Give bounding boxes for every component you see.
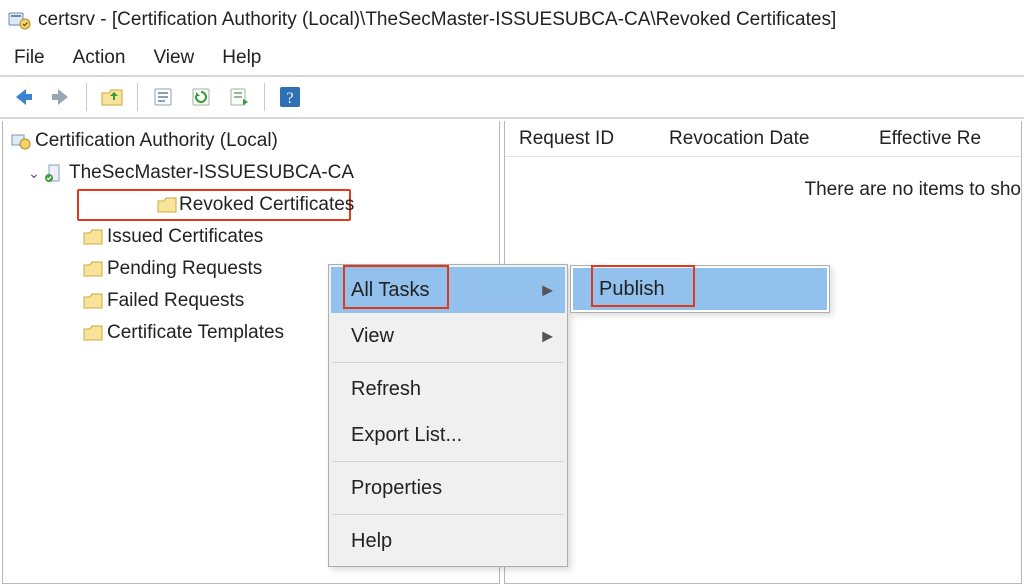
tree-node-issued-certificates[interactable]: Issued Certificates bbox=[3, 221, 499, 253]
ctx-export-list[interactable]: Export List... bbox=[331, 412, 565, 458]
back-button[interactable] bbox=[6, 80, 40, 114]
ctx-view[interactable]: View ▶ bbox=[331, 313, 565, 359]
ctx-separator bbox=[333, 362, 563, 363]
submenu-arrow-icon: ▶ bbox=[542, 282, 553, 299]
toolbar-separator bbox=[137, 83, 138, 111]
folder-icon bbox=[81, 260, 105, 278]
menu-bar: File Action View Help bbox=[0, 40, 1024, 76]
toolbar: ? bbox=[0, 76, 1024, 118]
help-button[interactable]: ? bbox=[273, 80, 307, 114]
ca-root-icon bbox=[9, 131, 33, 151]
toolbar-separator bbox=[86, 83, 87, 111]
ctx-help[interactable]: Help bbox=[331, 518, 565, 564]
refresh-button[interactable] bbox=[184, 80, 218, 114]
folder-icon bbox=[157, 196, 177, 214]
certsrv-app-icon bbox=[6, 7, 32, 33]
column-request-id[interactable]: Request ID bbox=[505, 121, 655, 156]
export-list-button[interactable] bbox=[222, 80, 256, 114]
toolbar-separator bbox=[264, 83, 265, 111]
expand-toggle[interactable]: ⌄ bbox=[25, 165, 43, 182]
properties-button[interactable] bbox=[146, 80, 180, 114]
ctx-separator bbox=[333, 461, 563, 462]
ctx-publish[interactable]: Publish bbox=[573, 268, 827, 310]
list-empty-message: There are no items to sho bbox=[505, 157, 1021, 201]
menu-help[interactable]: Help bbox=[222, 47, 261, 69]
ctx-all-tasks[interactable]: All Tasks ▶ bbox=[331, 267, 565, 313]
svg-text:?: ? bbox=[286, 90, 293, 107]
folder-icon bbox=[81, 228, 105, 246]
ctx-item-label: Refresh bbox=[351, 378, 421, 401]
ctx-properties[interactable]: Properties bbox=[331, 465, 565, 511]
list-header: Request ID Revocation Date Effective Re bbox=[505, 121, 1021, 157]
tree-ca-node[interactable]: ⌄ TheSecMaster-ISSUESUBCA-CA bbox=[3, 157, 499, 189]
context-menu[interactable]: All Tasks ▶ View ▶ Refresh Export List..… bbox=[328, 264, 568, 567]
tree-node-revoked-certificates[interactable]: Revoked Certificates bbox=[77, 189, 351, 221]
submenu-arrow-icon: ▶ bbox=[542, 328, 553, 345]
tree-node-label: Failed Requests bbox=[105, 290, 244, 312]
ca-server-icon bbox=[43, 163, 67, 183]
window-title: certsrv - [Certification Authority (Loca… bbox=[38, 9, 836, 31]
tree-node-label: Revoked Certificates bbox=[177, 194, 354, 216]
title-bar: certsrv - [Certification Authority (Loca… bbox=[0, 0, 1024, 40]
menu-file[interactable]: File bbox=[14, 47, 45, 69]
tree-node-label: Certificate Templates bbox=[105, 322, 284, 344]
list-pane[interactable]: Request ID Revocation Date Effective Re … bbox=[504, 121, 1022, 584]
column-effective-revocation[interactable]: Effective Re bbox=[865, 121, 1021, 156]
folder-icon bbox=[81, 324, 105, 342]
ctx-item-label: Publish bbox=[599, 278, 665, 301]
tree-node-label: Issued Certificates bbox=[105, 226, 263, 248]
ctx-item-label: Export List... bbox=[351, 424, 462, 447]
folder-icon bbox=[81, 292, 105, 310]
ctx-separator bbox=[333, 514, 563, 515]
tree-root[interactable]: Certification Authority (Local) bbox=[3, 125, 499, 157]
menu-view[interactable]: View bbox=[153, 47, 194, 69]
menu-action[interactable]: Action bbox=[73, 47, 126, 69]
ctx-item-label: Help bbox=[351, 530, 392, 553]
up-folder-button[interactable] bbox=[95, 80, 129, 114]
column-revocation-date[interactable]: Revocation Date bbox=[655, 121, 865, 156]
context-submenu-all-tasks[interactable]: Publish bbox=[570, 265, 830, 313]
ctx-item-label: View bbox=[351, 325, 394, 348]
tree-root-label: Certification Authority (Local) bbox=[33, 130, 278, 152]
tree-ca-label: TheSecMaster-ISSUESUBCA-CA bbox=[67, 162, 354, 184]
tree-node-label: Pending Requests bbox=[105, 258, 262, 280]
ctx-item-label: Properties bbox=[351, 477, 442, 500]
ctx-item-label: All Tasks bbox=[351, 279, 430, 302]
forward-button[interactable] bbox=[44, 80, 78, 114]
ctx-refresh[interactable]: Refresh bbox=[331, 366, 565, 412]
